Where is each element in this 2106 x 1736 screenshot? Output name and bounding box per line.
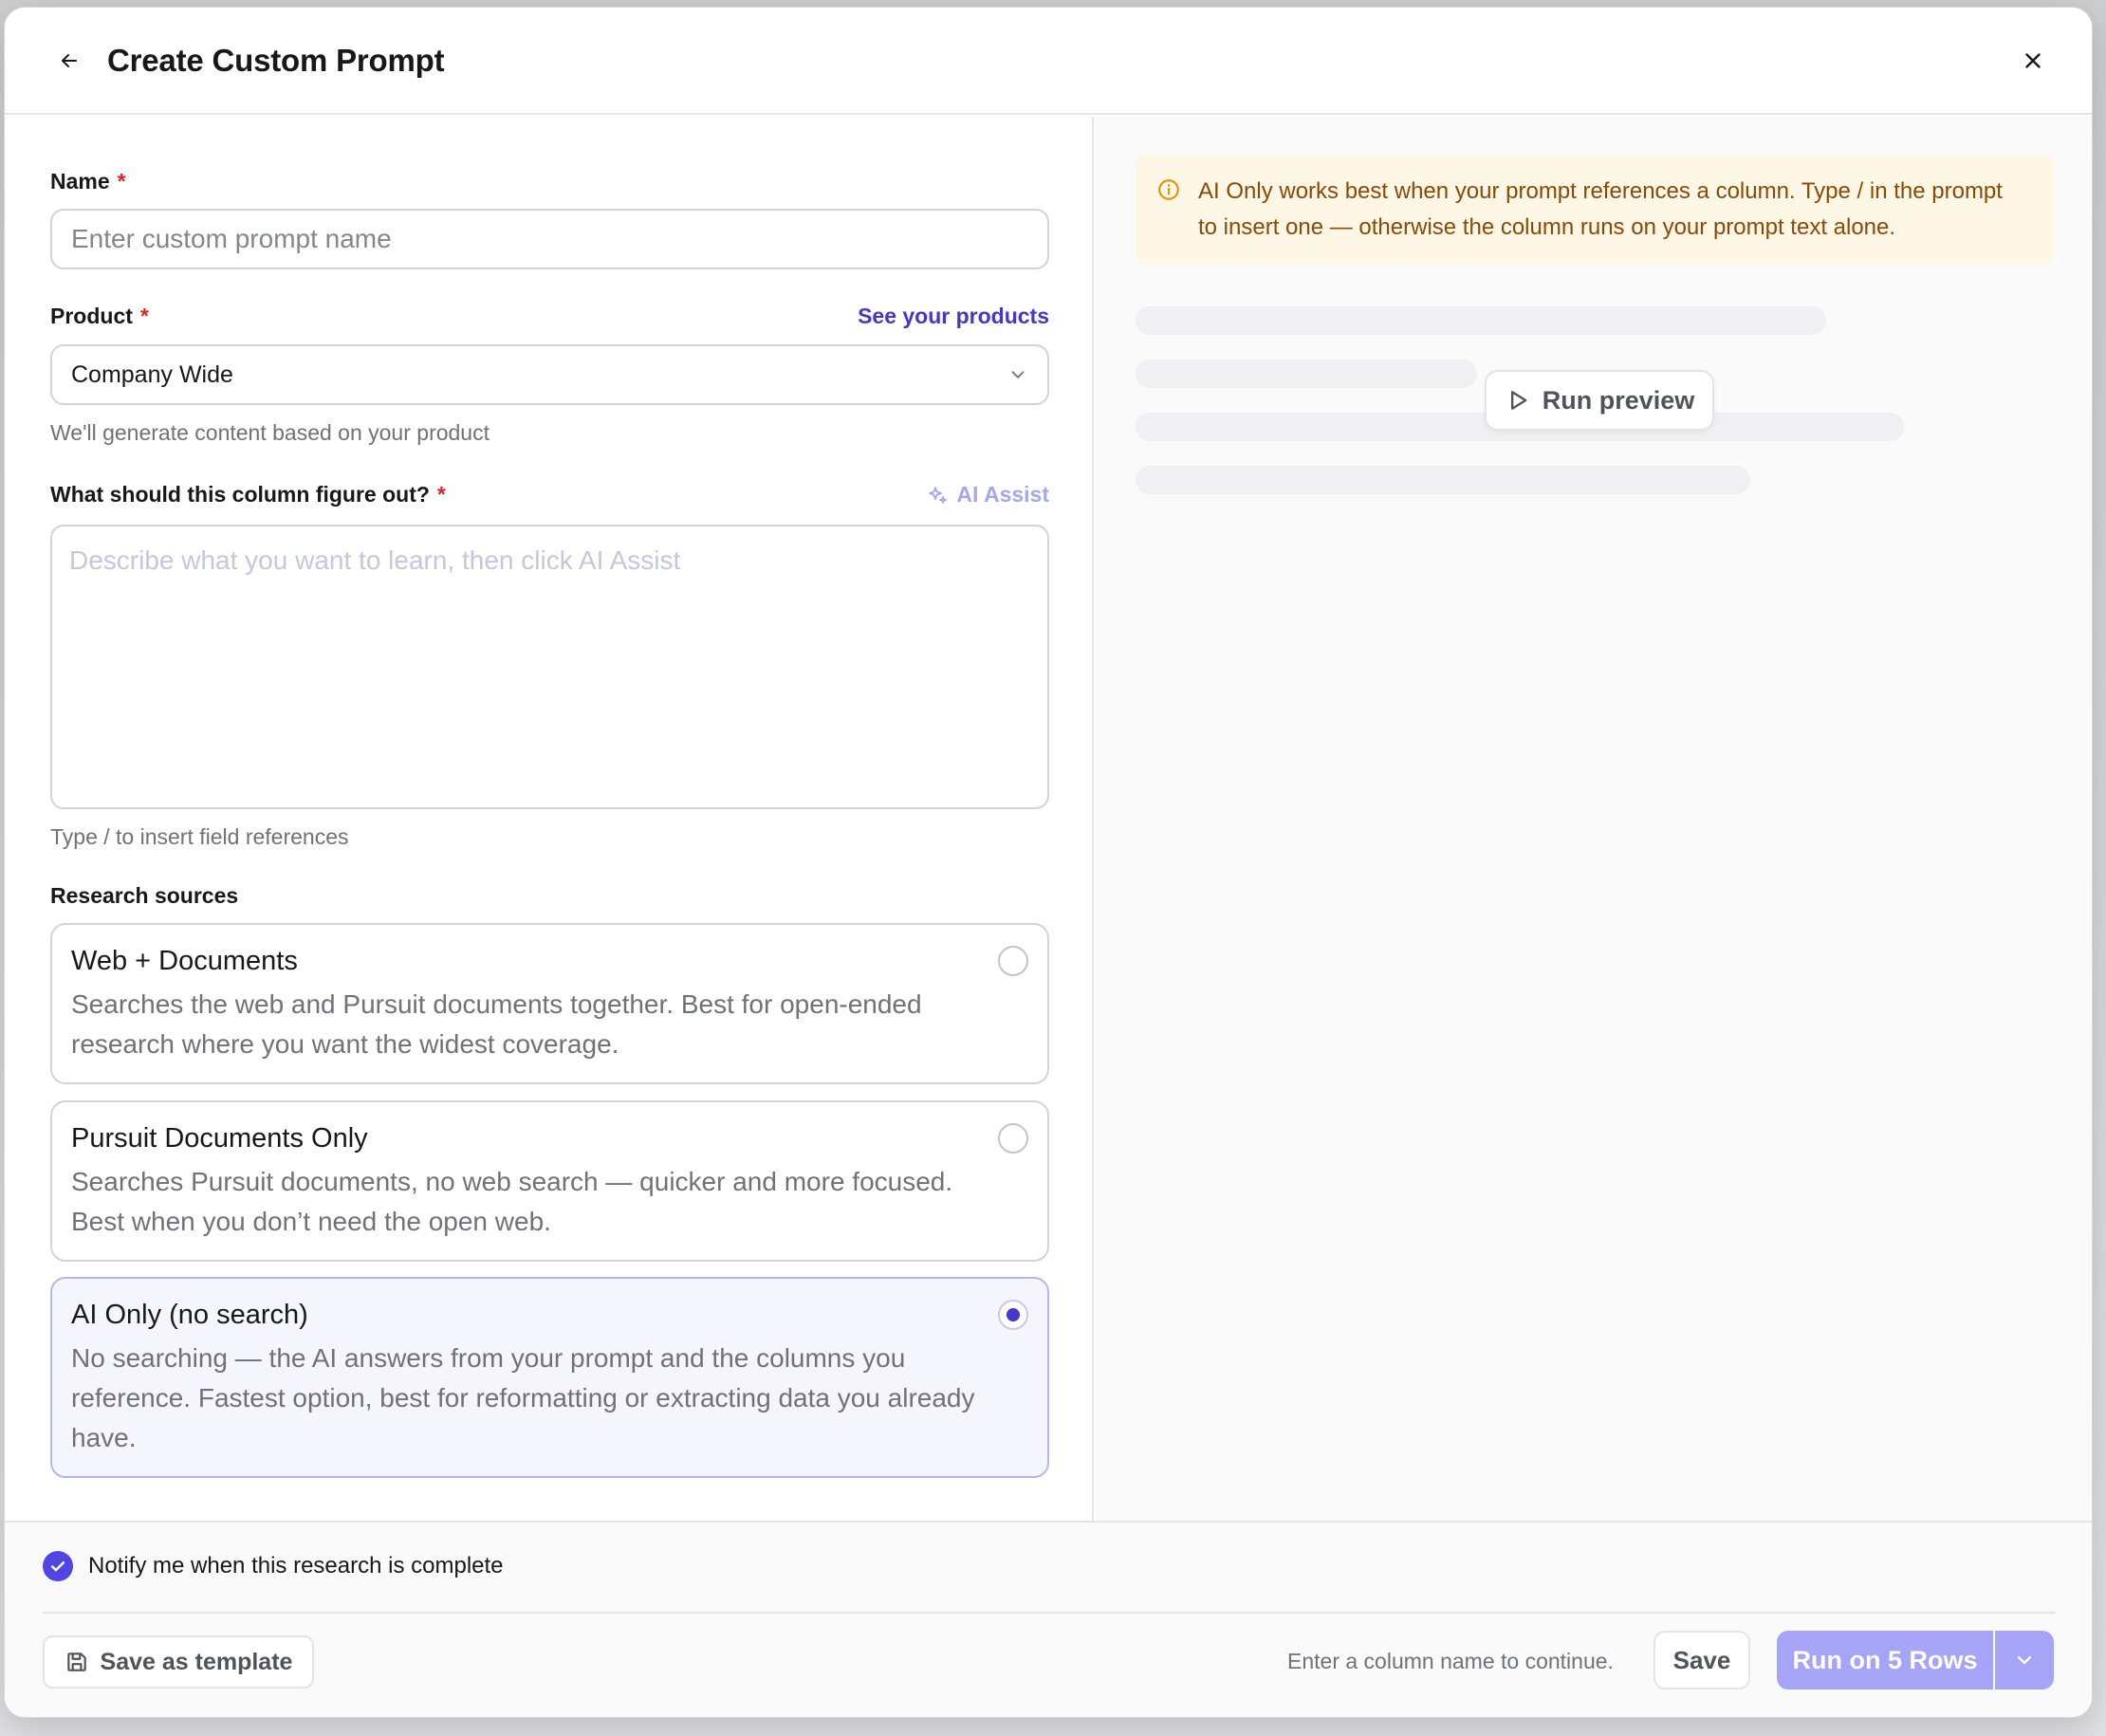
product-helper-text: We'll generate content based on your pro… (50, 420, 490, 445)
source-option-pursuit-documents[interactable]: Pursuit Documents Only Searches Pursuit … (50, 1100, 1049, 1262)
check-icon (50, 1561, 65, 1572)
preview-panel: AI Only works best when your prompt refe… (1096, 117, 2092, 1521)
save-button[interactable]: Save (1653, 1631, 1750, 1690)
save-as-template-button[interactable]: Save as template (43, 1635, 314, 1689)
source-radio[interactable] (998, 1123, 1028, 1154)
form-panel: Name * Product * See your products Compa… (5, 117, 1094, 1521)
save-as-template-label: Save as template (100, 1648, 293, 1675)
name-label: Name (50, 169, 110, 194)
see-your-products-link[interactable]: See your products (858, 304, 1049, 329)
create-custom-prompt-dialog: Create Custom Prompt Name * Product * Se… (4, 7, 2093, 1718)
play-icon (1510, 391, 1527, 410)
source-option-description: Searches the web and Pursuit documents t… (71, 989, 922, 1059)
ai-only-notice: AI Only works best when your prompt refe… (1136, 155, 2054, 265)
required-mark: * (139, 304, 149, 328)
dialog-title: Create Custom Prompt (107, 42, 445, 78)
run-preview-label: Run preview (1542, 385, 1695, 415)
skeleton-line (1136, 360, 1477, 388)
source-option-title: AI Only (no search) (71, 1300, 308, 1330)
footer-divider (43, 1612, 2056, 1614)
required-mark: * (436, 482, 446, 507)
question-label-row: What should this column figure out? * AI… (50, 482, 1049, 508)
close-button[interactable] (2014, 42, 2052, 80)
product-select[interactable]: Company Wide (50, 344, 1049, 405)
required-mark: * (117, 169, 126, 194)
source-option-ai-only[interactable]: AI Only (no search) No searching — the A… (50, 1277, 1049, 1478)
source-option-description: No searching — the AI answers from your … (71, 1343, 975, 1452)
ai-assist-label: AI Assist (956, 482, 1049, 507)
notify-checkbox-row[interactable]: Notify me when this research is complete (43, 1551, 504, 1581)
source-radio[interactable] (998, 946, 1028, 976)
arrow-left-icon (62, 53, 77, 67)
source-radio-selected[interactable] (998, 1300, 1028, 1330)
question-label: What should this column figure out? (50, 482, 430, 507)
product-select-value: Company Wide (71, 360, 233, 388)
question-helper-text: Type / to insert field references (50, 824, 349, 849)
chevron-down-icon (1011, 371, 1025, 379)
source-option-web-documents[interactable]: Web + Documents Searches the web and Pur… (50, 923, 1049, 1084)
notify-checkbox[interactable] (43, 1551, 73, 1581)
skeleton-line (1136, 306, 1826, 335)
notice-text-line-2: to insert one — otherwise the column run… (1198, 214, 1896, 240)
source-option-title: Pursuit Documents Only (71, 1123, 368, 1154)
run-options-dropdown-button[interactable] (1995, 1631, 2054, 1690)
run-rows-button[interactable]: Run on 5 Rows (1777, 1631, 1993, 1690)
skeleton-line (1136, 466, 1750, 494)
close-icon (2025, 53, 2041, 68)
question-textarea[interactable] (50, 525, 1049, 809)
product-label: Product (50, 304, 133, 328)
continue-hint: Enter a column name to continue. (1287, 1649, 1614, 1673)
info-icon (1158, 179, 1179, 200)
chevron-down-icon (2017, 1655, 2032, 1665)
source-option-description: Searches Pursuit documents, no web searc… (71, 1167, 953, 1236)
research-sources-label: Research sources (50, 883, 239, 908)
floppy-disk-icon (66, 1653, 86, 1671)
dialog-footer: Notify me when this research is complete… (5, 1521, 2092, 1717)
source-option-title: Web + Documents (71, 946, 298, 976)
back-button[interactable] (50, 42, 88, 80)
notify-label: Notify me when this research is complete (88, 1553, 504, 1579)
name-input[interactable] (50, 209, 1049, 269)
research-sources-label-row: Research sources (50, 883, 1049, 909)
name-label-row: Name * (50, 169, 1049, 194)
dialog-header: Create Custom Prompt (5, 8, 2092, 115)
sparkles-icon (929, 486, 948, 504)
run-preview-button[interactable]: Run preview (1485, 370, 1714, 431)
notice-text-line-1: AI Only works best when your prompt refe… (1198, 178, 2003, 204)
product-label-row: Product * See your products (50, 304, 1049, 329)
ai-assist-button[interactable]: AI Assist (926, 482, 1049, 508)
